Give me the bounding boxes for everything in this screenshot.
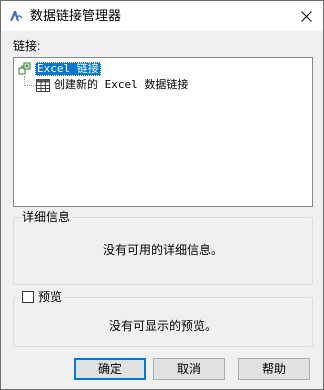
links-tree[interactable]: Excel 链接 创建新的 Excel 数据链接 xyxy=(13,57,313,207)
title-bar: 数据链接管理器 xyxy=(1,1,323,31)
links-label: 链接: xyxy=(13,39,41,53)
close-icon xyxy=(300,10,312,22)
data-link-manager-dialog: 数据链接管理器 链接: Excel 链接 创建新的 Excel 数据链接 详细信… xyxy=(0,0,324,390)
tree-item-label: 创建新的 Excel 数据链接 xyxy=(54,78,189,91)
cancel-button[interactable]: 取消 xyxy=(153,358,225,380)
details-title: 详细信息 xyxy=(20,210,73,224)
tree-item-create-new-link[interactable]: 创建新的 Excel 数据链接 xyxy=(36,77,188,93)
details-message: 没有可用的详细信息。 xyxy=(102,243,223,257)
window-title: 数据链接管理器 xyxy=(30,8,122,23)
preview-checkbox-label[interactable]: 预览 xyxy=(38,290,62,304)
help-button[interactable]: 帮助 xyxy=(238,358,310,380)
close-button[interactable] xyxy=(289,1,323,31)
table-grid-icon xyxy=(36,78,50,92)
tree-connector xyxy=(24,85,36,86)
preview-group: 预览 没有可显示的预览。 xyxy=(13,290,313,347)
tree-item-label: Excel 链接 xyxy=(35,62,101,76)
details-group: 详细信息 没有可用的详细信息。 xyxy=(13,210,313,285)
autocad-icon xyxy=(10,11,23,21)
excel-link-icon xyxy=(18,62,31,75)
preview-checkbox[interactable] xyxy=(22,291,34,303)
preview-title: 预览 xyxy=(20,290,65,304)
preview-message: 没有可显示的预览。 xyxy=(108,319,217,333)
tree-item-excel-links[interactable]: Excel 链接 xyxy=(18,61,101,77)
ok-button[interactable]: 确定 xyxy=(74,358,146,380)
